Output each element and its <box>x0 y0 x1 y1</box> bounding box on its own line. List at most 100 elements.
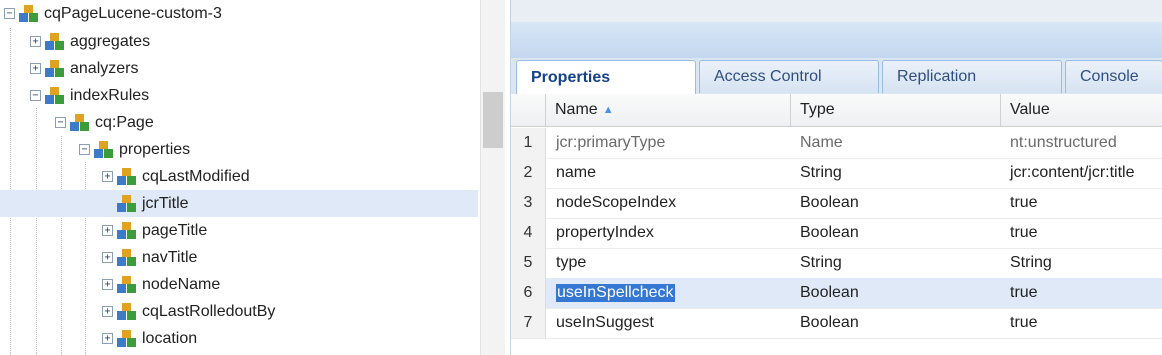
node-cubes-icon <box>117 167 136 185</box>
properties-panel: Properties Access Control Replication Co… <box>510 0 1162 355</box>
property-value: String <box>1010 254 1052 271</box>
node-cubes-icon <box>117 194 136 212</box>
tab-console[interactable]: Console <box>1065 60 1162 93</box>
property-value: nt:unstructured <box>1010 134 1117 151</box>
property-name-editing[interactable]: useInSpellcheck <box>556 278 675 308</box>
tab-strip: Properties Access Control Replication Co… <box>511 58 1162 95</box>
node-cubes-icon <box>45 86 64 104</box>
tree-node-label: nodeName <box>142 275 221 293</box>
row-number: 1 <box>511 128 546 158</box>
property-name: type <box>556 254 587 271</box>
tab-properties[interactable]: Properties <box>516 60 696 95</box>
row-number: 4 <box>511 218 546 248</box>
tab-replication[interactable]: Replication <box>882 60 1062 93</box>
sort-ascending-icon: ▲ <box>602 104 614 116</box>
tree-node[interactable]: + cqLastModified <box>102 163 250 190</box>
expand-toggle-icon[interactable]: + <box>102 225 113 236</box>
column-header-name-label: Name <box>555 101 598 118</box>
tree-node[interactable]: − cq:Page <box>55 109 154 136</box>
tree-node-label: cqLastRolledoutBy <box>142 302 276 320</box>
tree-scrollbar[interactable] <box>480 0 505 355</box>
tree-scrollbar-thumb[interactable] <box>483 92 503 148</box>
collapse-toggle-icon[interactable]: − <box>4 8 15 19</box>
property-value: true <box>1010 314 1038 331</box>
tree-node-selected[interactable]: jcrTitle <box>0 190 478 217</box>
property-name: nodeScopeIndex <box>556 194 677 211</box>
column-header-value[interactable]: Value <box>1001 94 1162 127</box>
tree-node[interactable]: − properties <box>79 136 190 163</box>
tree-node[interactable]: + location <box>102 325 197 352</box>
property-type: Name <box>800 134 843 151</box>
node-cubes-icon <box>117 302 136 320</box>
node-cubes-icon <box>45 32 64 50</box>
node-cubes-icon <box>117 275 136 293</box>
tree-node-label: aggregates <box>70 32 151 50</box>
expand-toggle-icon[interactable]: + <box>30 63 41 74</box>
property-name: propertyIndex <box>556 224 654 241</box>
expand-toggle-icon[interactable]: + <box>102 171 113 182</box>
tree-node[interactable]: + analyzers <box>30 55 138 82</box>
property-name: jcr:primaryType <box>556 134 666 151</box>
expand-toggle-icon[interactable]: + <box>102 333 113 344</box>
table-row[interactable]: 1 jcr:primaryType Name nt:unstructured <box>511 128 1162 159</box>
property-type: Boolean <box>800 284 859 301</box>
tree-node[interactable]: + pageTitle <box>102 217 207 244</box>
property-value: true <box>1010 194 1038 211</box>
node-cubes-icon <box>117 248 136 266</box>
table-row[interactable]: 7 useInSuggest Boolean true <box>511 308 1162 339</box>
row-number: 3 <box>511 188 546 218</box>
node-cubes-icon <box>117 329 136 347</box>
row-number: 7 <box>511 308 546 338</box>
table-row[interactable]: 3 nodeScopeIndex Boolean true <box>511 188 1162 219</box>
tree-node-label: properties <box>119 140 191 158</box>
node-cubes-icon <box>94 140 113 158</box>
property-type: String <box>800 164 842 181</box>
tree-node[interactable]: + cqLastRolledoutBy <box>102 298 275 325</box>
expand-toggle-icon[interactable]: + <box>102 279 113 290</box>
collapse-toggle-icon[interactable]: − <box>79 144 90 155</box>
row-number: 5 <box>511 248 546 278</box>
tree-node-label: analyzers <box>70 59 139 77</box>
selected-text[interactable]: useInSpellcheck <box>556 284 675 302</box>
panel-header-band <box>511 22 1162 58</box>
tree-node-label: cqLastModified <box>142 167 250 185</box>
property-type: Boolean <box>800 314 859 331</box>
property-type: Boolean <box>800 224 859 241</box>
repository-tree: − cqPageLucene-custom-3 + aggregates + a… <box>0 0 480 355</box>
tree-node[interactable]: + navTitle <box>102 244 197 271</box>
table-row[interactable]: 4 propertyIndex Boolean true <box>511 218 1162 249</box>
tree-node-label: indexRules <box>70 86 150 104</box>
node-cubes-icon <box>117 221 136 239</box>
property-name: useInSuggest <box>556 314 654 331</box>
collapse-toggle-icon[interactable]: − <box>55 117 66 128</box>
property-name: name <box>556 164 597 181</box>
property-value: true <box>1010 224 1038 241</box>
expand-toggle-icon[interactable]: + <box>102 306 113 317</box>
property-value: true <box>1010 284 1038 301</box>
tree-node-label: cq:Page <box>95 113 154 131</box>
tree-node[interactable]: − indexRules <box>30 82 149 109</box>
tree-node[interactable]: + aggregates <box>30 28 150 55</box>
property-value: jcr:content/jcr:title <box>1010 164 1135 181</box>
tree-node-label: cqPageLucene-custom-3 <box>44 4 222 22</box>
table-row-selected[interactable]: 6 useInSpellcheck Boolean true <box>511 278 1162 309</box>
table-row[interactable]: 2 name String jcr:content/jcr:title <box>511 158 1162 189</box>
column-header-type-label: Type <box>800 101 835 118</box>
tree-node-label: pageTitle <box>142 221 208 239</box>
row-number-header <box>511 94 546 127</box>
table-row[interactable]: 5 type String String <box>511 248 1162 279</box>
column-header-name[interactable]: Name ▲ <box>546 94 791 127</box>
tab-access-control[interactable]: Access Control <box>699 60 879 93</box>
collapse-toggle-icon[interactable]: − <box>30 90 41 101</box>
top-strip <box>511 0 1162 23</box>
node-cubes-icon <box>19 4 38 22</box>
expand-toggle-icon[interactable]: + <box>30 36 41 47</box>
row-number: 2 <box>511 158 546 188</box>
expand-toggle-icon[interactable]: + <box>102 252 113 263</box>
tree-node-label: location <box>142 329 198 347</box>
row-number: 6 <box>511 278 546 308</box>
tree-node[interactable]: − cqPageLucene-custom-3 <box>4 0 222 27</box>
tree-node[interactable]: + nodeName <box>102 271 220 298</box>
column-header-type[interactable]: Type <box>791 94 1001 127</box>
tree-node-label: navTitle <box>142 248 198 266</box>
